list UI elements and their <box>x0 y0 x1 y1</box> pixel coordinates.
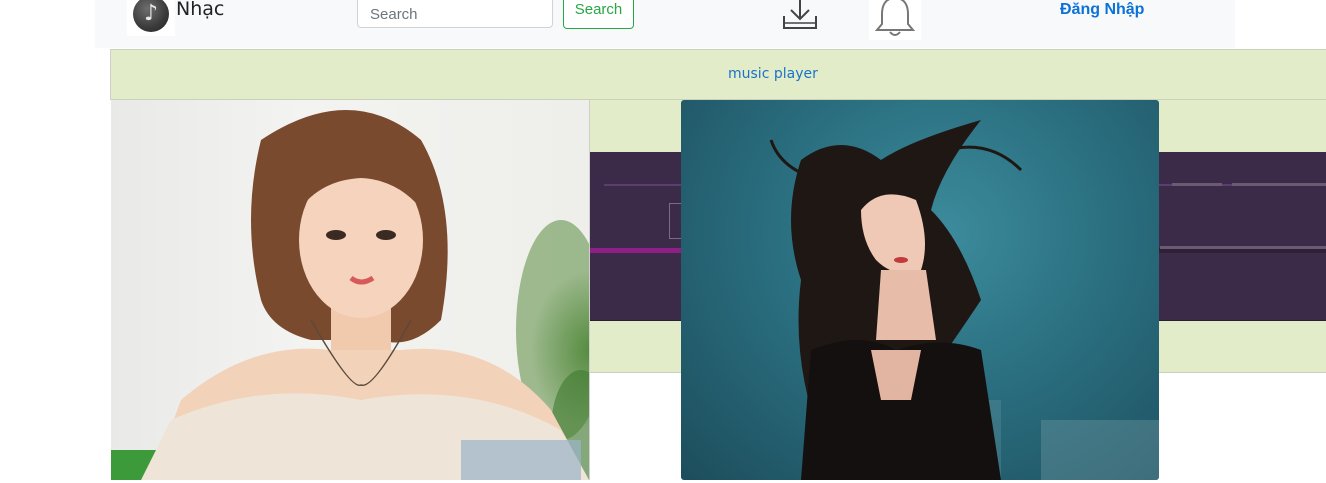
player-tab[interactable] <box>1172 183 1222 186</box>
photo-illustration <box>111 110 589 480</box>
logo[interactable]: ♪ <box>127 0 175 36</box>
notification-button[interactable] <box>869 0 921 40</box>
bell-icon <box>874 0 916 36</box>
volume-track[interactable] <box>1160 246 1326 249</box>
music-note-icon: ♪ <box>133 0 169 32</box>
brand-name[interactable]: Nhạc <box>176 0 224 20</box>
navbar: ♪ Nhạc Search Đăng Nhập <box>95 0 1235 48</box>
search-input[interactable] <box>357 0 553 28</box>
gallery-photo-1[interactable] <box>111 100 590 480</box>
player-tab[interactable] <box>1232 183 1326 186</box>
logo-glyph: ♪ <box>143 1 159 26</box>
search-button[interactable]: Search <box>563 0 634 29</box>
gallery-photo-2[interactable] <box>681 100 1159 480</box>
banner: music player <box>110 49 1326 100</box>
progress-bar[interactable] <box>590 248 682 253</box>
download-icon[interactable] <box>781 0 819 32</box>
banner-title[interactable]: music player <box>728 66 818 82</box>
photo-illustration <box>769 120 1159 480</box>
login-link[interactable]: Đăng Nhập <box>1060 1 1144 19</box>
